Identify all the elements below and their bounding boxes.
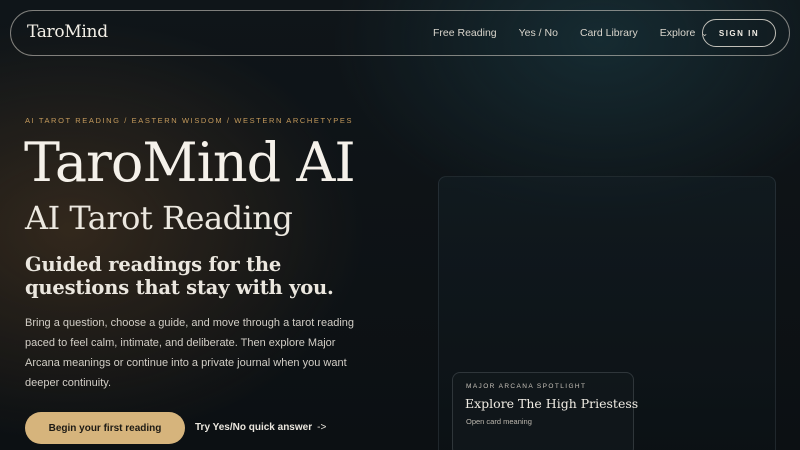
sign-in-button[interactable]: SIGN IN [702,19,776,47]
open-card-meaning-link[interactable]: Open card meaning [466,417,532,426]
nav-link-yes-no[interactable]: Yes / No [519,27,558,39]
logo[interactable]: TaroMind [27,22,108,42]
yes-no-link-label: Try Yes/No quick answer [195,422,313,433]
hero-eyebrow: AI TAROT READING / EASTERN WISDOM / WEST… [25,116,354,125]
nav-link-explore-label: Explore [659,27,696,39]
nav-link-explore[interactable]: Explore ⌄ [660,27,708,39]
nav-link-free-reading[interactable]: Free Reading [433,27,497,39]
spotlight-title: Explore The High Priestess [465,396,639,411]
page-subtitle: AI Tarot Reading [25,199,293,237]
yes-no-quick-answer-link[interactable]: Try Yes/No quick answer -> [195,422,326,433]
arrow-right-icon: -> [317,422,327,433]
nav-links: Free Reading Yes / No Card Library Explo… [433,27,708,39]
top-navigation: TaroMind Free Reading Yes / No Card Libr… [10,10,790,56]
major-arcana-spotlight-card[interactable]: MAJOR ARCANA SPOTLIGHT Explore The High … [452,372,638,450]
hero-description: Bring a question, choose a guide, and mo… [25,317,355,389]
begin-reading-button[interactable]: Begin your first reading [25,412,185,444]
spotlight-eyebrow: MAJOR ARCANA SPOTLIGHT [466,383,587,390]
page-title: TaroMind AI [24,131,356,194]
nav-link-card-library[interactable]: Card Library [580,27,638,39]
hero-tagline: Guided readings for the questions that s… [25,253,334,299]
